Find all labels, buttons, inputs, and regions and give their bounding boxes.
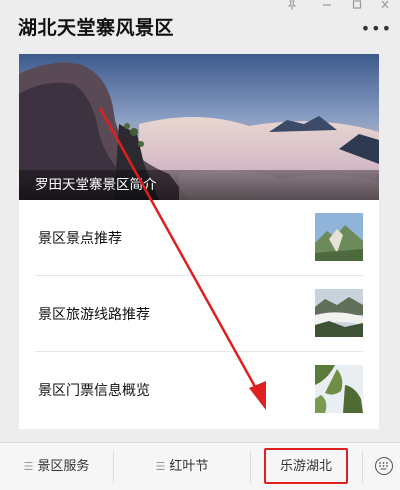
menu-button-scenic-services[interactable]: ☰ 景区服务 [0,443,113,490]
more-options-icon[interactable]: ••• [361,21,392,37]
list-item-scenic-spots[interactable]: 景区景点推荐 [35,200,363,276]
list-item-ticket-info[interactable]: 景区门票信息概览 [35,352,363,428]
page-title: 湖北天堂寨风景区 [18,17,175,39]
thumbnail-image [315,365,363,413]
pin-icon[interactable] [283,0,301,12]
list-item-label: 景区门票信息概览 [38,383,150,399]
article-card: 罗田天堂寨景区简介 景区景点推荐 景区旅游线路推荐 景区门票信息概览 [19,54,379,429]
close-icon[interactable] [376,0,394,12]
thumbnail-image [315,213,363,261]
keyboard-toggle-icon[interactable] [375,457,393,475]
menu-button-red-leaf-festival[interactable]: ☰ 红叶节 [114,443,250,490]
menu-label: 景区服务 [37,459,90,474]
thumbnail-image [315,289,363,337]
hero-article[interactable]: 罗田天堂寨景区简介 [19,54,379,200]
minimize-icon[interactable] [318,0,336,12]
menu-label: 红叶节 [169,459,209,474]
list-item-label: 景区景点推荐 [38,231,122,247]
list-item-label: 景区旅游线路推荐 [38,307,150,323]
hero-caption: 罗田天堂寨景区简介 [19,170,379,200]
menu-list-icon: ☰ [23,460,34,473]
maximize-icon[interactable] [348,0,366,12]
list-item-tour-routes[interactable]: 景区旅游线路推荐 [35,276,363,352]
menu-list-icon: ☰ [155,460,166,473]
menu-divider [362,451,363,483]
annotation-highlight-box [264,448,348,484]
title-bar: 湖北天堂寨风景区 ••• [0,0,400,48]
